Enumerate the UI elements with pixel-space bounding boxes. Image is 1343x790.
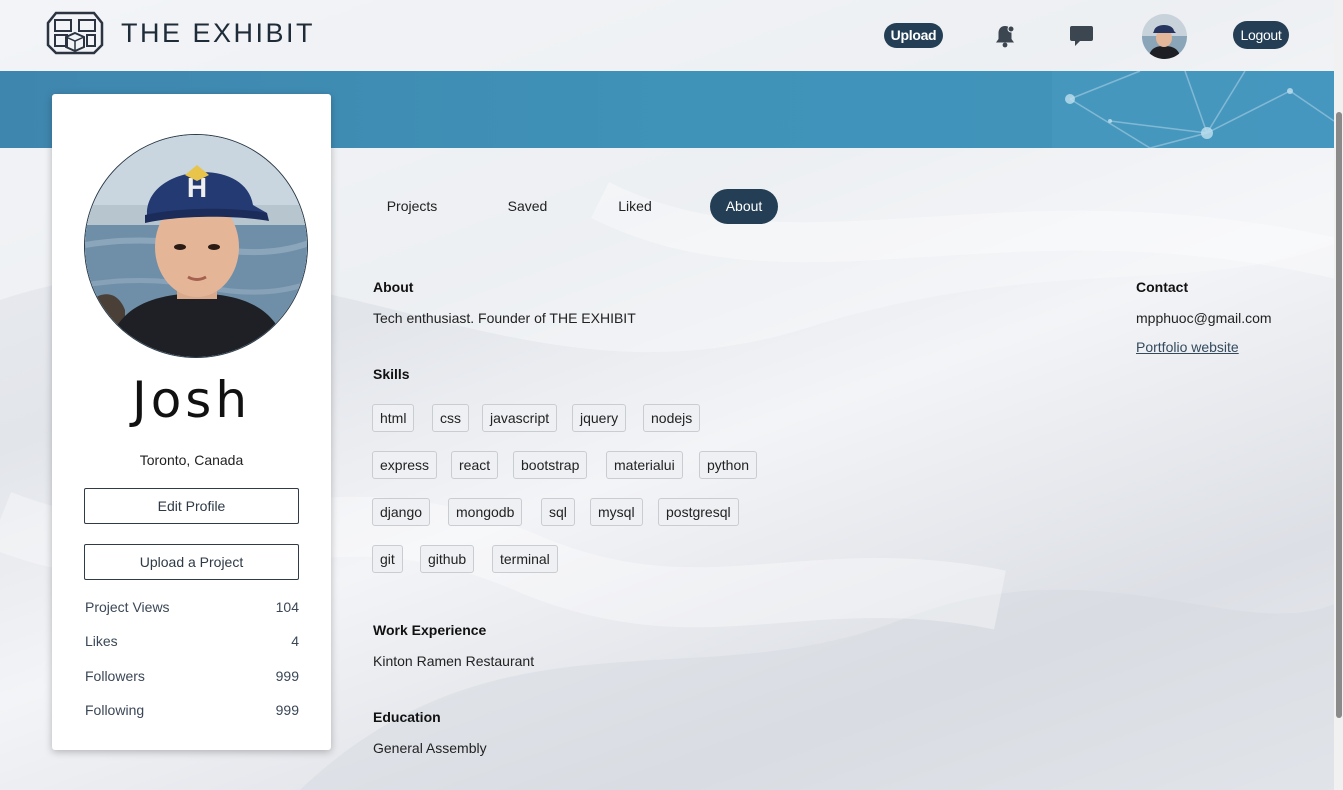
- about-heading: About: [373, 279, 414, 295]
- tab-about[interactable]: About: [710, 189, 778, 224]
- tab-saved[interactable]: Saved: [492, 189, 563, 224]
- profile-name: Josh: [131, 371, 252, 429]
- stat-label: Following: [85, 702, 145, 718]
- skills-heading: Skills: [373, 366, 410, 382]
- stat-label: Followers: [85, 668, 145, 684]
- stat-label: Project Views: [85, 599, 170, 615]
- skill-chip: mysql: [590, 498, 643, 526]
- upload-button[interactable]: Upload: [884, 23, 943, 48]
- work-experience-heading: Work Experience: [373, 622, 487, 638]
- tab-liked[interactable]: Liked: [604, 189, 666, 224]
- education-heading: Education: [373, 709, 441, 725]
- skill-chip: html: [372, 404, 415, 432]
- exhibit-logo-icon[interactable]: [46, 11, 104, 55]
- skill-chip: javascript: [482, 404, 558, 432]
- skill-chip: terminal: [492, 545, 558, 573]
- skill-chip: git: [372, 545, 403, 573]
- skill-chip: github: [420, 545, 475, 573]
- stat-value: 104: [275, 599, 299, 615]
- skill-chip: css: [432, 404, 469, 432]
- skill-chip: jquery: [572, 404, 627, 432]
- scrollbar-thumb[interactable]: [1336, 112, 1342, 718]
- skill-chip: mongodb: [448, 498, 523, 526]
- skill-chip: nodejs: [643, 404, 701, 432]
- bell-icon[interactable]: [993, 24, 1017, 48]
- stat-likes: Likes 4: [85, 633, 299, 649]
- skill-chip: react: [451, 451, 499, 479]
- logout-button[interactable]: Logout: [1233, 21, 1289, 49]
- chat-icon[interactable]: [1069, 24, 1094, 48]
- stat-followers[interactable]: Followers 999: [85, 668, 299, 684]
- skill-chip: postgresql: [658, 498, 739, 526]
- stat-project-views: Project Views 104: [85, 599, 299, 615]
- skill-chip: django: [372, 498, 431, 526]
- contact-heading: Contact: [1136, 279, 1189, 295]
- brand-title[interactable]: THE EXHIBIT: [121, 18, 315, 49]
- skill-chip: python: [699, 451, 758, 479]
- edit-profile-button[interactable]: Edit Profile: [84, 488, 299, 524]
- skill-chip: express: [372, 451, 438, 479]
- portfolio-link[interactable]: Portfolio website: [1136, 339, 1239, 355]
- skill-chip: sql: [541, 498, 575, 526]
- stat-following[interactable]: Following 999: [85, 702, 299, 718]
- education-text: General Assembly: [373, 740, 487, 756]
- profile-location: Toronto, Canada: [139, 452, 244, 468]
- top-navbar: THE EXHIBIT Upload Logout: [0, 0, 1334, 71]
- work-experience-text: Kinton Ramen Restaurant: [373, 653, 535, 669]
- stat-label: Likes: [85, 633, 118, 649]
- skill-chip: bootstrap: [513, 451, 588, 479]
- stat-value: 4: [291, 633, 299, 649]
- tab-projects[interactable]: Projects: [372, 189, 452, 224]
- stat-value: 999: [275, 668, 299, 684]
- contact-email: mpphuoc@gmail.com: [1136, 310, 1272, 326]
- skill-chip: materialui: [606, 451, 683, 479]
- user-avatar[interactable]: [1142, 14, 1187, 59]
- profile-photo: H: [84, 134, 308, 358]
- profile-card: H Josh Toronto, Canada Edit Profile Uplo…: [52, 94, 331, 750]
- about-text: Tech enthusiast. Founder of THE EXHIBIT: [373, 310, 636, 326]
- upload-project-button[interactable]: Upload a Project: [84, 544, 299, 580]
- stat-value: 999: [275, 702, 299, 718]
